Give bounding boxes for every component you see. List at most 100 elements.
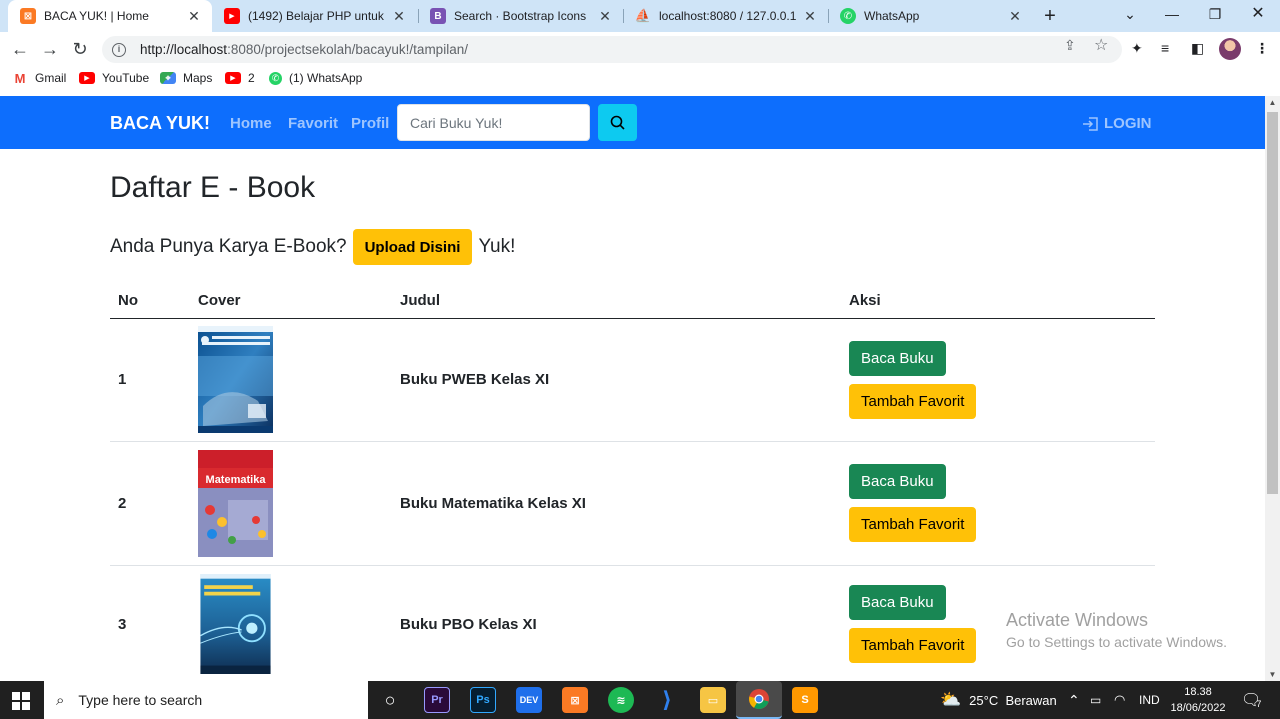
tab-search-chevron-icon[interactable]: ⌄	[1108, 0, 1152, 30]
url-path: :8080/projectsekolah/bacayuk!/tampilan/	[227, 42, 468, 57]
bookmark-maps[interactable]: ⌖ Maps	[160, 71, 212, 85]
close-window-button[interactable]: ✕	[1236, 0, 1280, 30]
close-icon[interactable]: ✕	[186, 8, 202, 25]
bookmark-star-icon[interactable]: ☆	[1094, 35, 1108, 55]
youtube-icon: ▶	[225, 72, 241, 84]
back-arrow-icon[interactable]: ←	[8, 37, 32, 61]
xampp-icon[interactable]: ⊠	[562, 687, 588, 713]
address-bar[interactable]: i http://localhost:8080/projectsekolah/b…	[102, 36, 1122, 63]
scroll-up-arrow-icon[interactable]: ▲	[1265, 98, 1280, 107]
tab-youtube[interactable]: ▶ (1492) Belajar PHP untuk PEM ✕	[212, 0, 417, 32]
book-search-input[interactable]: Cari Buku Yuk!	[397, 104, 590, 141]
read-book-button[interactable]: Baca Buku	[849, 340, 946, 376]
maximize-button[interactable]: ❐	[1193, 0, 1237, 30]
vscode-icon[interactable]: ⟩	[654, 687, 680, 713]
promo-suffix: Yuk!	[478, 236, 516, 257]
table-row: 3 Buku PBO Kelas XI Baca Buku Tambah Fav…	[110, 565, 1155, 681]
book-cover-pbo[interactable]	[198, 574, 273, 674]
close-icon[interactable]: ✕	[597, 8, 613, 25]
book-title: Buku PBO Kelas XI	[392, 565, 841, 681]
extensions-icon[interactable]: ✦	[1131, 40, 1143, 57]
bookmark-label: (1) WhatsApp	[289, 71, 363, 85]
close-icon[interactable]: ✕	[1007, 8, 1023, 25]
ebook-table: No Cover Judul Aksi 1 Buku PWEB Kelas XI…	[110, 283, 1155, 681]
photoshop-icon[interactable]: Ps	[470, 687, 496, 713]
profile-avatar[interactable]	[1219, 38, 1241, 60]
menu-kebab-icon[interactable]: ⋮	[1255, 40, 1269, 57]
login-label: LOGIN	[1104, 115, 1152, 132]
minimize-button[interactable]: —	[1150, 0, 1194, 30]
activate-windows-watermark: Activate Windows Go to Settings to activ…	[1006, 610, 1227, 650]
wifi-icon[interactable]: ◠	[1114, 681, 1125, 719]
gmail-icon: M	[14, 70, 26, 86]
browser-toolbar: ← → ↻ i http://localhost:8080/projectsek…	[0, 32, 1280, 66]
read-book-button[interactable]: Baca Buku	[849, 585, 946, 620]
dev-c-icon[interactable]: DEV	[516, 687, 542, 713]
taskbar-clock[interactable]: 18.38 18/06/2022	[1168, 684, 1228, 716]
site-info-icon[interactable]: i	[112, 42, 126, 57]
column-header-judul: Judul	[392, 283, 841, 319]
taskbar-search-box[interactable]: ⌕ Type here to search	[44, 681, 368, 719]
notifications-icon[interactable]: 🗨 7	[1241, 681, 1261, 719]
reload-icon[interactable]: ↻	[68, 37, 92, 61]
nav-favorit[interactable]: Favorit	[288, 115, 338, 132]
share-icon[interactable]: ⇪	[1064, 37, 1076, 54]
row-number: 2	[110, 441, 190, 566]
chrome-icon[interactable]	[736, 681, 782, 719]
book-title: Buku Matematika Kelas XI	[392, 441, 841, 566]
battery-icon[interactable]: ▭	[1090, 681, 1101, 719]
table-row: 1 Buku PWEB Kelas XI Baca Buku Tambah Fa…	[110, 318, 1155, 442]
book-cover-pweb[interactable]	[198, 326, 273, 433]
weather-widget[interactable]: ⛅ 25°C Berawan	[940, 681, 1057, 719]
premiere-pro-icon[interactable]: Pr	[424, 687, 450, 713]
task-view-icon[interactable]: ○	[377, 687, 403, 713]
bookmark-youtube[interactable]: ▶ YouTube	[79, 71, 149, 85]
bookmark-gmail[interactable]: M Gmail	[12, 70, 67, 86]
new-tab-button[interactable]: +	[1039, 5, 1061, 27]
tab-phpmyadmin[interactable]: ⛵ localhost:8080 / 127.0.0.1 / b ✕	[623, 0, 828, 32]
forward-arrow-icon[interactable]: →	[38, 37, 62, 61]
whatsapp-icon: ✆	[269, 71, 282, 85]
scrollbar-thumb[interactable]	[1267, 112, 1278, 494]
windows-start-icon[interactable]	[12, 692, 30, 710]
site-navbar: BACA YUK! Home Favorit Profil Cari Buku …	[0, 96, 1265, 149]
bookmark-label: Gmail	[35, 71, 67, 85]
book-cover-matematika[interactable]: Matematika	[198, 449, 273, 557]
bookmark-youtube-2[interactable]: ▶ 2	[225, 71, 255, 85]
nav-home[interactable]: Home	[230, 115, 272, 132]
cover-cell	[190, 565, 392, 681]
page-viewport: BACA YUK! Home Favorit Profil Cari Buku …	[0, 96, 1280, 681]
tab-title: (1492) Belajar PHP untuk PEM	[248, 9, 385, 23]
tab-baca-yuk[interactable]: ⊠ BACA YUK! | Home ✕	[8, 0, 212, 32]
page-scrollbar[interactable]: ▲ ▼	[1265, 96, 1280, 681]
read-book-button[interactable]: Baca Buku	[849, 464, 946, 499]
spotify-icon[interactable]: ≋	[608, 687, 634, 713]
bookmarks-bar: M Gmail ▶ YouTube ⌖ Maps ▶ 2 ✆ (1) Whats…	[0, 66, 1280, 92]
search-button[interactable]	[598, 104, 637, 141]
scroll-down-arrow-icon[interactable]: ▼	[1265, 670, 1280, 679]
taskbar-search-placeholder: Type here to search	[78, 692, 203, 708]
login-link[interactable]: LOGIN	[1082, 115, 1152, 132]
upload-button[interactable]: Upload Disini	[352, 229, 473, 265]
file-explorer-icon[interactable]: ▭	[700, 687, 726, 713]
notification-count: 7	[1256, 699, 1262, 709]
close-icon[interactable]: ✕	[802, 8, 818, 25]
add-favorite-button[interactable]: Tambah Favorit	[849, 628, 977, 663]
tab-title: BACA YUK! | Home	[44, 9, 149, 23]
site-brand[interactable]: BACA YUK!	[110, 113, 210, 134]
language-indicator[interactable]: IND	[1139, 681, 1160, 719]
tab-bootstrap-icons[interactable]: B Search · Bootstrap Icons ✕	[418, 0, 623, 32]
tab-whatsapp[interactable]: ✆ WhatsApp ✕	[828, 0, 1033, 32]
cover-cell	[190, 318, 392, 442]
bookmark-whatsapp[interactable]: ✆ (1) WhatsApp	[269, 71, 362, 85]
search-placeholder: Cari Buku Yuk!	[410, 114, 503, 131]
side-panel-icon[interactable]: ◧	[1191, 40, 1204, 57]
bookmark-label: YouTube	[102, 71, 150, 85]
media-control-icon[interactable]: ≡	[1161, 40, 1169, 56]
add-favorite-button[interactable]: Tambah Favorit	[849, 507, 977, 542]
show-hidden-icons-chevron-icon[interactable]: ⌃	[1068, 681, 1080, 719]
close-icon[interactable]: ✕	[391, 8, 407, 25]
nav-profil[interactable]: Profil	[351, 115, 389, 132]
add-favorite-button[interactable]: Tambah Favorit	[849, 383, 977, 419]
sublime-text-icon[interactable]: S	[792, 687, 818, 713]
